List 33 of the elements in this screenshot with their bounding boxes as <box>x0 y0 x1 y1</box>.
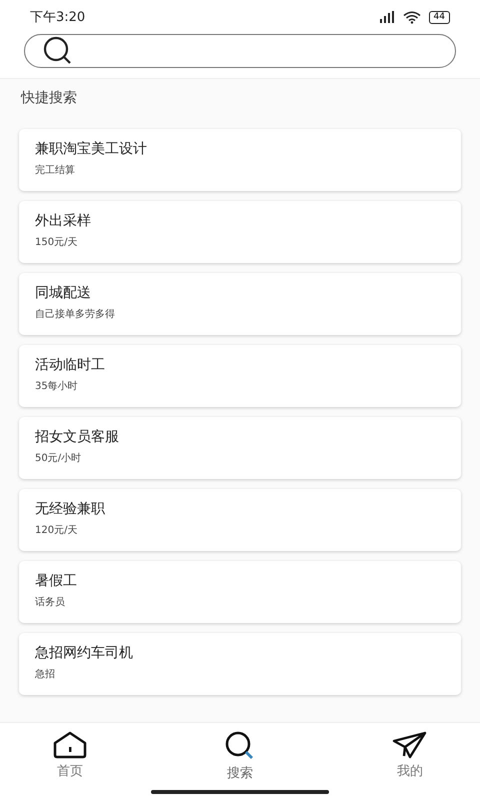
status-time: 下午3:20 <box>30 9 86 26</box>
job-card[interactable]: 同城配送 自己接单多劳多得 <box>19 273 461 335</box>
job-detail: 120元/天 <box>35 524 78 537</box>
home-icon <box>52 731 88 759</box>
nav-tab[interactable]: 首页 <box>40 731 100 783</box>
job-card[interactable]: 外出采样 150元/天 <box>19 201 461 263</box>
job-title: 兼职淘宝美工设计 <box>35 140 147 158</box>
search-field[interactable] <box>24 34 456 68</box>
job-card[interactable]: 兼职淘宝美工设计 完工结算 <box>19 129 461 191</box>
nav-tab[interactable]: 搜索 <box>210 731 270 783</box>
job-title: 急招网约车司机 <box>35 644 133 662</box>
nav-tab[interactable]: 我的 <box>380 731 440 783</box>
job-title: 招女文员客服 <box>35 428 119 446</box>
job-detail: 自己接单多劳多得 <box>35 308 115 321</box>
job-title: 暑假工 <box>35 572 77 590</box>
job-title: 活动临时工 <box>35 356 105 374</box>
job-title: 外出采样 <box>35 212 91 230</box>
job-detail: 50元/小时 <box>35 452 82 465</box>
job-detail: 完工结算 <box>35 164 75 177</box>
battery-icon: 44 <box>428 10 450 24</box>
job-card[interactable]: 急招网约车司机 急招 <box>19 633 461 695</box>
job-detail: 35每小时 <box>35 380 78 393</box>
job-card[interactable]: 暑假工 话务员 <box>19 561 461 623</box>
job-detail: 150元/天 <box>35 236 78 249</box>
job-title: 同城配送 <box>35 284 91 302</box>
job-card[interactable]: 活动临时工 35每小时 <box>19 345 461 407</box>
job-title: 无经验兼职 <box>35 500 105 518</box>
wifi-icon <box>402 10 421 24</box>
job-card[interactable]: 无经验兼职 120元/天 <box>19 489 461 551</box>
job-detail: 话务员 <box>35 596 65 609</box>
job-detail: 急招 <box>35 668 55 681</box>
paper-plane-icon <box>392 731 428 759</box>
job-card[interactable]: 招女文员客服 50元/小时 <box>19 417 461 479</box>
